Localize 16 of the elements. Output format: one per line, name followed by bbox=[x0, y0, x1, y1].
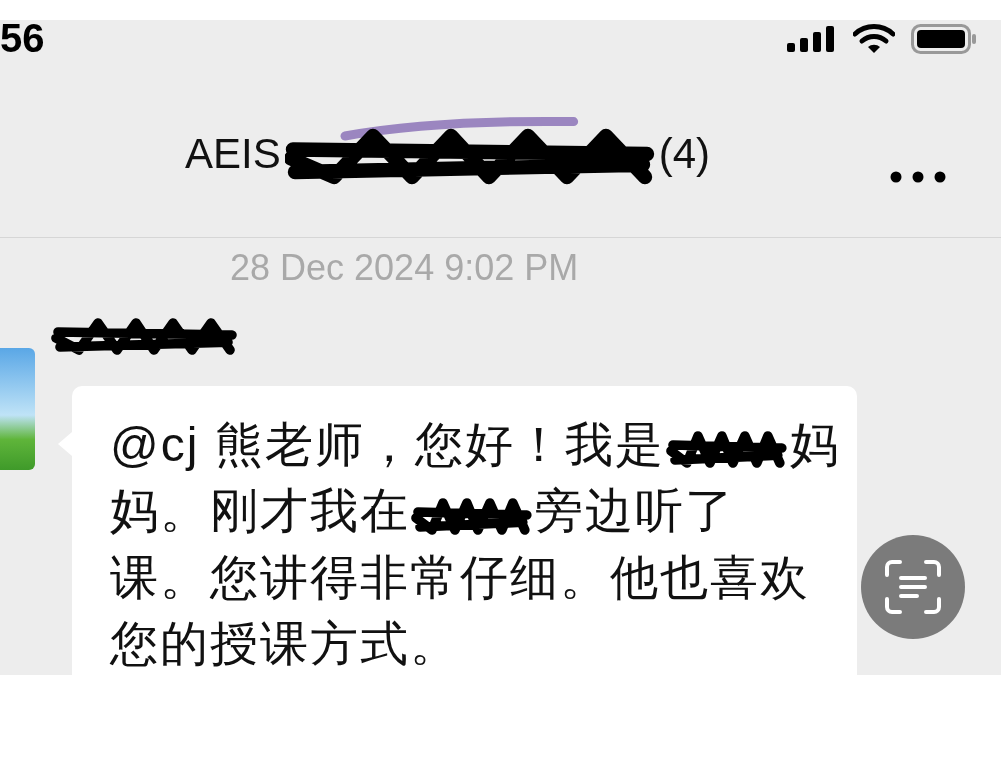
message-text: @cj 熊老师，您好！我是 bbox=[110, 418, 665, 471]
message-text: 旁边听了 bbox=[534, 484, 735, 538]
battery-icon bbox=[911, 24, 977, 54]
chat-title: AEIS bbox=[185, 129, 281, 179]
message-text: 课。您讲得非常仔细。他也喜欢 bbox=[110, 550, 810, 604]
message-text: 妈 bbox=[789, 418, 840, 471]
message-text: 妈。刚才我在 bbox=[110, 484, 410, 538]
wifi-icon bbox=[853, 24, 895, 54]
more-icon[interactable] bbox=[890, 171, 946, 183]
member-count: (4) bbox=[658, 129, 711, 179]
message-timestamp: 28 Dec 2024 9:02 PM bbox=[229, 248, 580, 288]
signal-icon bbox=[787, 26, 837, 52]
status-time: 56 bbox=[0, 20, 45, 56]
text-scan-icon bbox=[883, 559, 943, 615]
avatar-placeholder[interactable] bbox=[0, 348, 35, 470]
message-text: 您的授课方式。 bbox=[110, 616, 460, 670]
